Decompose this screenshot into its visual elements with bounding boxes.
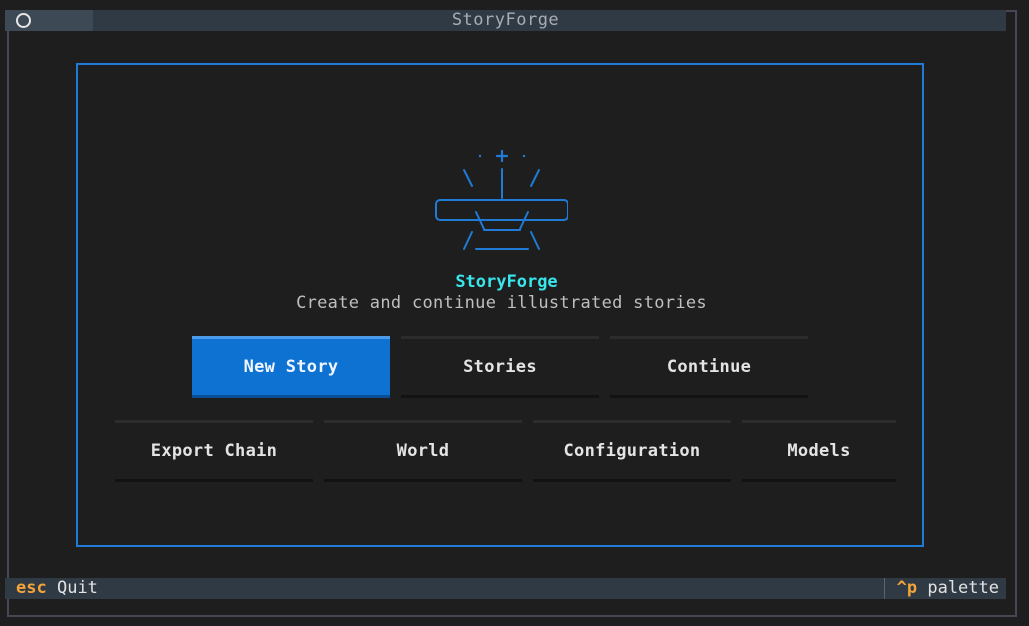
palette-key: ^p: [896, 578, 918, 598]
export-chain-button[interactable]: Export Chain: [115, 420, 313, 482]
storyforge-logo-icon: [435, 149, 568, 250]
world-button[interactable]: World: [324, 420, 522, 482]
title-bar: StoryForge: [5, 10, 1006, 31]
app-subtitle: Create and continue illustrated stories: [296, 293, 707, 313]
app-name: StoryForge: [455, 272, 558, 292]
palette-binding[interactable]: ^p palette: [883, 578, 999, 599]
stories-button[interactable]: Stories: [401, 336, 599, 398]
continue-button[interactable]: Continue: [610, 336, 808, 398]
new-story-button[interactable]: New Story: [192, 336, 390, 398]
footer-bar: esc Quit ^p palette: [5, 578, 1006, 599]
window-title: StoryForge: [451, 10, 560, 30]
quit-binding[interactable]: esc Quit: [16, 578, 98, 599]
configuration-button[interactable]: Configuration: [533, 420, 731, 482]
palette-label: palette: [927, 578, 999, 598]
quit-key: esc: [16, 578, 47, 598]
models-button[interactable]: Models: [742, 420, 896, 482]
quit-label: Quit: [56, 578, 98, 598]
